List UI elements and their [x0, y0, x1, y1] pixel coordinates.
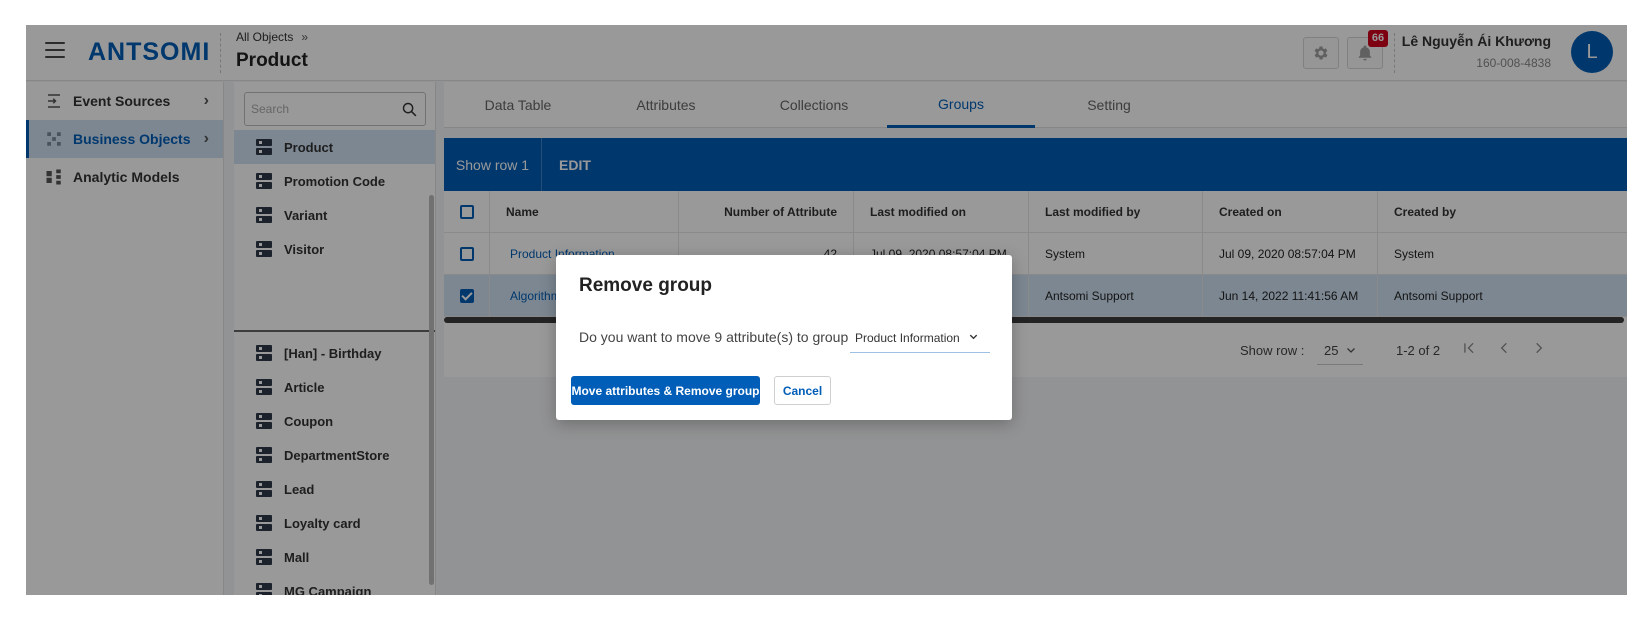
- chevron-down-icon: [968, 331, 979, 345]
- target-group-select[interactable]: Product Information: [850, 323, 990, 353]
- move-and-remove-button[interactable]: Move attributes & Remove group: [571, 376, 760, 405]
- dialog-message: Do you want to move 9 attribute(s) to gr…: [579, 329, 849, 345]
- target-group-value: Product Information: [855, 330, 960, 345]
- dialog-title: Remove group: [579, 275, 713, 296]
- cancel-button[interactable]: Cancel: [774, 376, 831, 405]
- remove-group-dialog: Remove group Do you want to move 9 attri…: [556, 255, 1012, 420]
- app-window: ANTSOMI All Objects» Product 66 Lê Nguyễ…: [26, 25, 1627, 595]
